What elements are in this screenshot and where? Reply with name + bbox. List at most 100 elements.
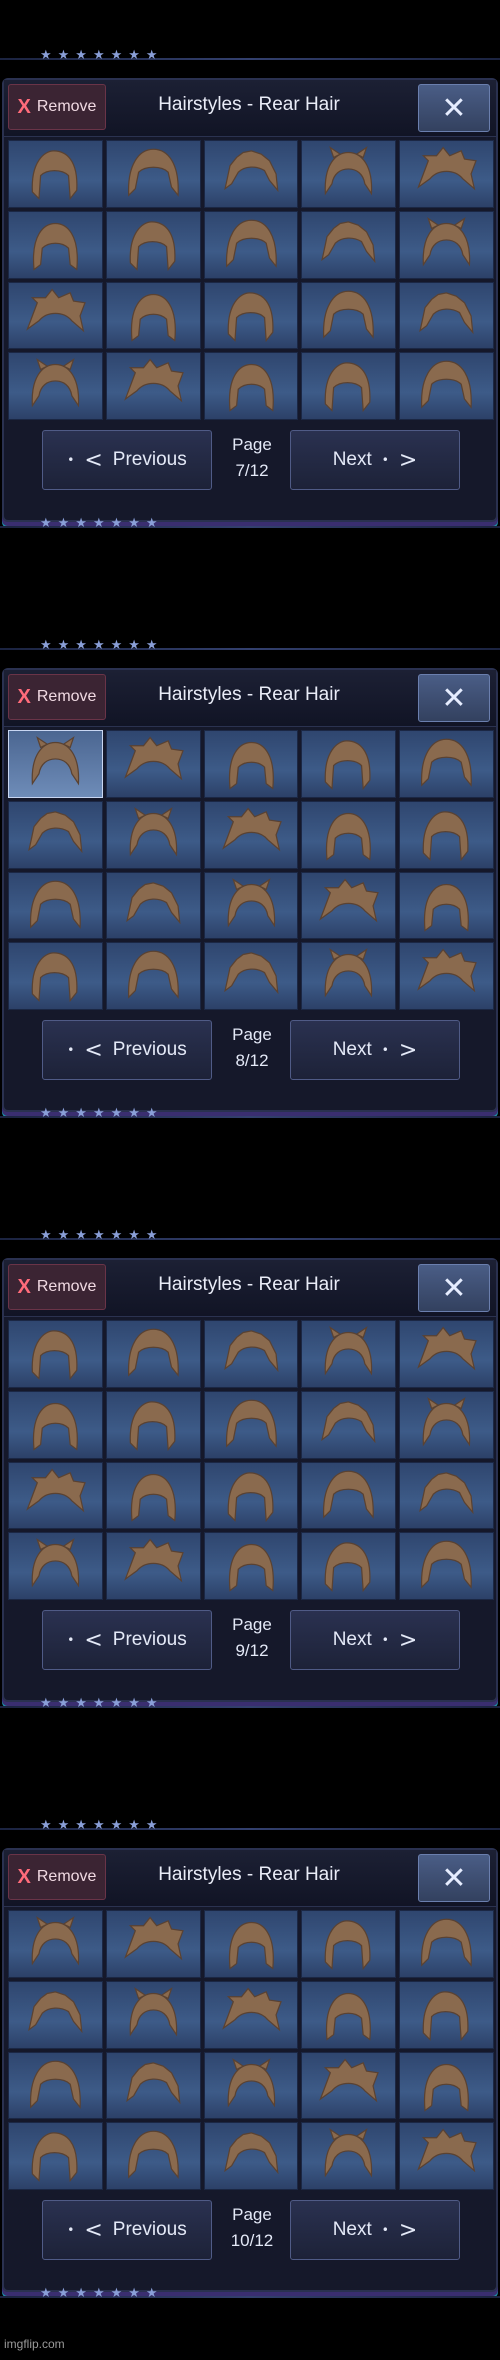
hairstyle-option[interactable] bbox=[8, 210, 103, 279]
hairstyle-option[interactable] bbox=[8, 1532, 103, 1600]
hairstyle-option[interactable] bbox=[203, 281, 299, 350]
next-button[interactable]: Next • > bbox=[290, 1610, 460, 1670]
hairstyle-option[interactable] bbox=[8, 1980, 103, 2049]
hairstyle-option[interactable] bbox=[105, 140, 201, 208]
hairstyle-option[interactable] bbox=[105, 281, 201, 350]
close-button[interactable]: ✕ bbox=[418, 84, 490, 132]
hairstyle-option[interactable] bbox=[203, 1532, 299, 1600]
hairstyle-option[interactable] bbox=[105, 1532, 201, 1600]
previous-button[interactable]: • < Previous bbox=[42, 1020, 212, 1080]
hairstyle-option[interactable] bbox=[203, 140, 299, 208]
hairstyle-option[interactable] bbox=[203, 871, 299, 940]
remove-button[interactable]: X Remove bbox=[8, 1854, 106, 1900]
hairstyle-option[interactable] bbox=[203, 210, 299, 279]
hairstyle-option[interactable] bbox=[399, 1320, 494, 1388]
hairstyle-option[interactable] bbox=[399, 1910, 494, 1978]
hairstyle-option[interactable] bbox=[8, 140, 103, 208]
hairstyle-option[interactable] bbox=[105, 2122, 201, 2190]
hairstyle-option[interactable] bbox=[399, 730, 494, 798]
hairstyle-option[interactable] bbox=[301, 1910, 397, 1978]
hairstyle-option[interactable] bbox=[301, 1320, 397, 1388]
hairstyle-option[interactable] bbox=[399, 1980, 494, 2049]
hairstyle-option[interactable] bbox=[8, 942, 103, 1010]
hairstyle-option[interactable] bbox=[399, 942, 494, 1010]
hairstyle-option[interactable] bbox=[301, 1390, 397, 1459]
close-button[interactable]: ✕ bbox=[418, 1854, 490, 1902]
hairstyle-option[interactable] bbox=[301, 2051, 397, 2120]
hairstyle-option[interactable] bbox=[203, 1320, 299, 1388]
previous-button[interactable]: • < Previous bbox=[42, 1610, 212, 1670]
hairstyle-option[interactable] bbox=[399, 352, 494, 420]
hairstyle-option[interactable] bbox=[203, 2051, 299, 2120]
next-button[interactable]: Next • > bbox=[290, 430, 460, 490]
hairstyle-option[interactable] bbox=[301, 871, 397, 940]
hairstyle-option[interactable] bbox=[105, 1910, 201, 1978]
stars-decoration: ★★★★★★★ bbox=[40, 1106, 164, 1121]
hairstyle-option[interactable] bbox=[301, 1532, 397, 1600]
hairstyle-option[interactable] bbox=[203, 1390, 299, 1459]
hairstyle-option[interactable] bbox=[203, 800, 299, 869]
remove-button[interactable]: X Remove bbox=[8, 84, 106, 130]
next-button[interactable]: Next • > bbox=[290, 2200, 460, 2260]
page-word: Page bbox=[232, 435, 272, 454]
hairstyle-option[interactable] bbox=[8, 1461, 103, 1530]
hairstyle-option[interactable] bbox=[8, 2122, 103, 2190]
remove-button[interactable]: X Remove bbox=[8, 674, 106, 720]
next-button[interactable]: Next • > bbox=[290, 1020, 460, 1080]
hairstyle-option[interactable] bbox=[301, 2122, 397, 2190]
hairstyle-option[interactable] bbox=[301, 942, 397, 1010]
previous-button[interactable]: • < Previous bbox=[42, 430, 212, 490]
hairstyle-option[interactable] bbox=[203, 1980, 299, 2049]
hairstyle-option[interactable] bbox=[105, 1980, 201, 2049]
hairstyle-option[interactable] bbox=[301, 800, 397, 869]
hairstyle-option[interactable] bbox=[301, 1980, 397, 2049]
hairstyle-option[interactable] bbox=[105, 942, 201, 1010]
hairstyle-option[interactable] bbox=[105, 871, 201, 940]
hairstyle-option[interactable] bbox=[399, 1532, 494, 1600]
hairstyle-option[interactable] bbox=[8, 281, 103, 350]
hairstyle-option[interactable] bbox=[105, 2051, 201, 2120]
hairstyle-option[interactable] bbox=[399, 281, 494, 350]
hairstyle-option[interactable] bbox=[8, 2051, 103, 2120]
hairstyle-option[interactable] bbox=[399, 2122, 494, 2190]
hairstyle-option[interactable] bbox=[301, 730, 397, 798]
hairstyle-option[interactable] bbox=[203, 1910, 299, 1978]
hair-icon bbox=[31, 952, 78, 1003]
remove-button[interactable]: X Remove bbox=[8, 1264, 106, 1310]
hairstyle-option[interactable] bbox=[399, 2051, 494, 2120]
hairstyle-option[interactable] bbox=[399, 210, 494, 279]
hairstyle-option[interactable] bbox=[301, 140, 397, 208]
hairstyle-option[interactable] bbox=[399, 871, 494, 940]
hairstyle-option[interactable] bbox=[105, 730, 201, 798]
hairstyle-option[interactable] bbox=[105, 1320, 201, 1388]
hairstyle-option[interactable] bbox=[105, 352, 201, 420]
hairstyle-option[interactable] bbox=[8, 800, 103, 869]
hairstyle-option[interactable] bbox=[301, 352, 397, 420]
hairstyle-option[interactable] bbox=[399, 1461, 494, 1530]
hairstyle-option[interactable] bbox=[399, 1390, 494, 1459]
close-button[interactable]: ✕ bbox=[418, 1264, 490, 1312]
hairstyle-option[interactable] bbox=[105, 800, 201, 869]
hair-icon bbox=[421, 1918, 472, 1967]
hairstyle-option[interactable] bbox=[301, 281, 397, 350]
hairstyle-option[interactable] bbox=[8, 1320, 103, 1388]
hairstyle-option[interactable] bbox=[203, 1461, 299, 1530]
hairstyle-option[interactable] bbox=[8, 352, 103, 420]
hairstyle-option[interactable] bbox=[203, 352, 299, 420]
hairstyle-option[interactable] bbox=[105, 210, 201, 279]
hairstyle-option[interactable] bbox=[8, 1390, 103, 1459]
hairstyle-option[interactable] bbox=[8, 730, 103, 798]
hairstyle-option[interactable] bbox=[203, 942, 299, 1010]
hairstyle-option[interactable] bbox=[8, 1910, 103, 1978]
hairstyle-option[interactable] bbox=[203, 2122, 299, 2190]
hairstyle-option[interactable] bbox=[399, 800, 494, 869]
hairstyle-option[interactable] bbox=[105, 1461, 201, 1530]
hairstyle-option[interactable] bbox=[8, 871, 103, 940]
hairstyle-option[interactable] bbox=[399, 140, 494, 208]
hairstyle-option[interactable] bbox=[301, 210, 397, 279]
hairstyle-option[interactable] bbox=[203, 730, 299, 798]
hairstyle-option[interactable] bbox=[105, 1390, 201, 1459]
close-button[interactable]: ✕ bbox=[418, 674, 490, 722]
hairstyle-option[interactable] bbox=[301, 1461, 397, 1530]
previous-button[interactable]: • < Previous bbox=[42, 2200, 212, 2260]
